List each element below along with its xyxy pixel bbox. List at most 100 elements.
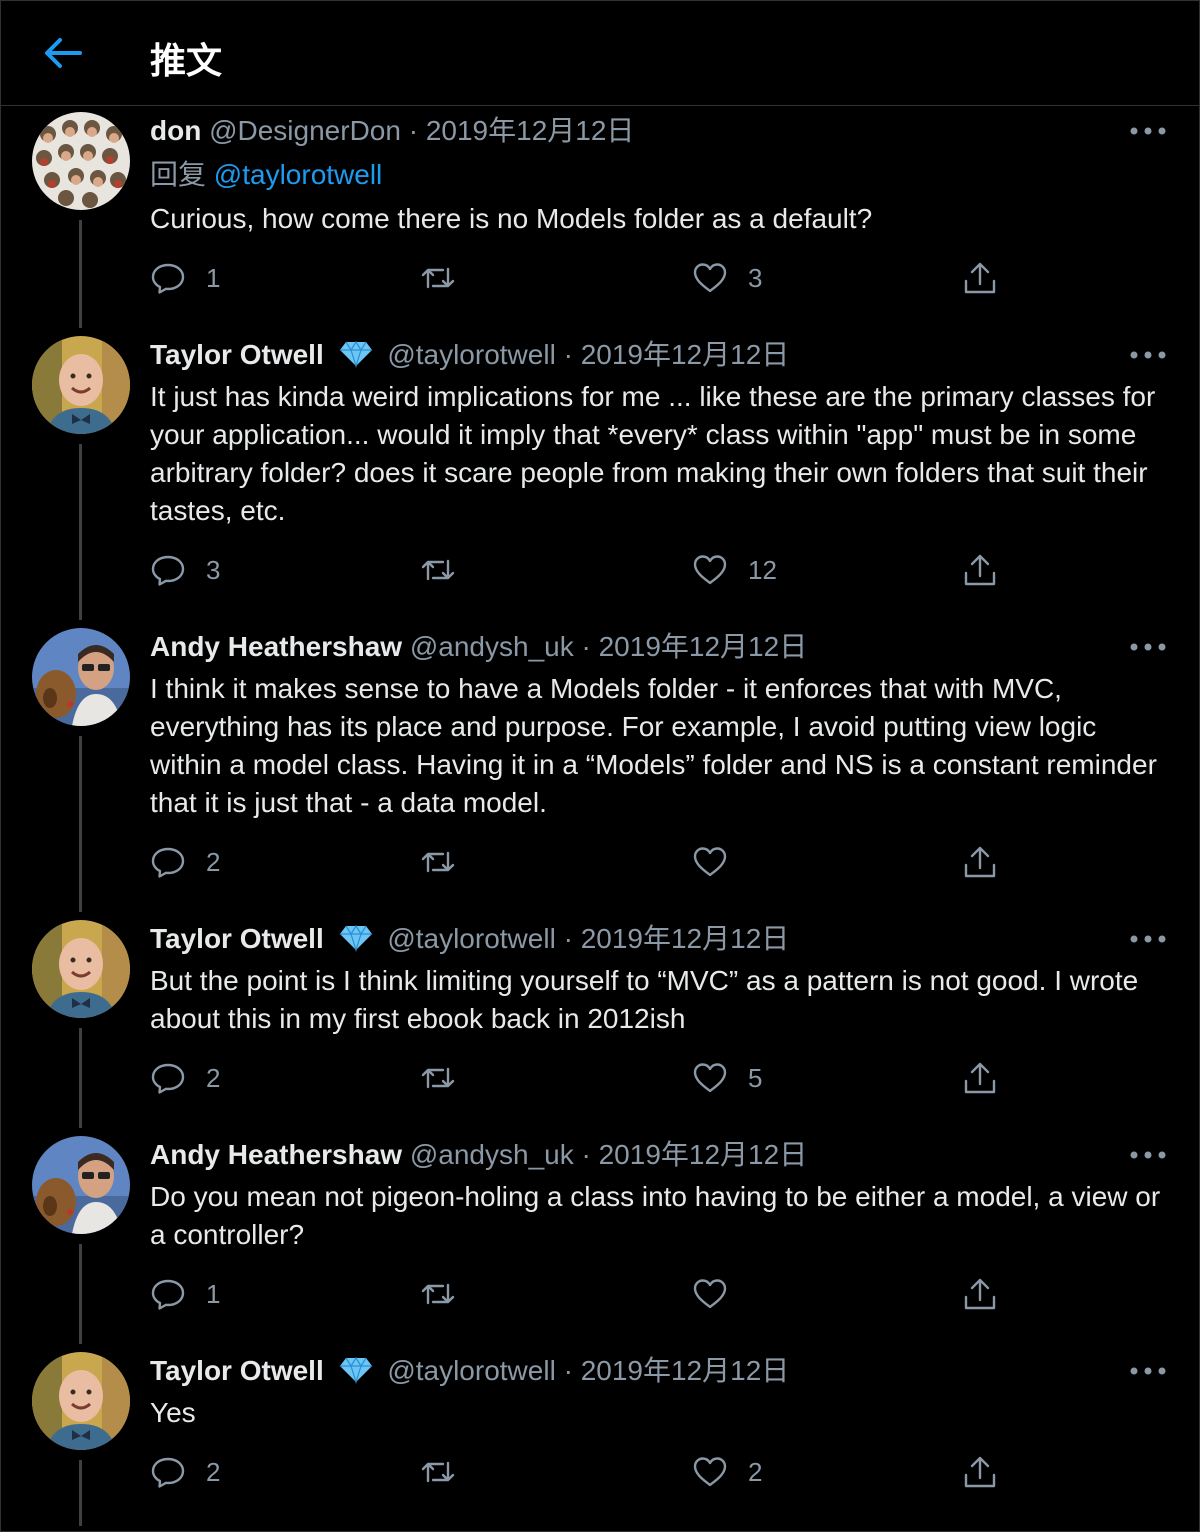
display-name[interactable]: Taylor Otwell	[150, 923, 324, 954]
retweet-icon	[421, 1461, 455, 1483]
retweet-button[interactable]	[420, 258, 476, 298]
retweet-button[interactable]	[420, 550, 476, 590]
heart-icon	[693, 1063, 727, 1093]
more-options-button[interactable]	[1128, 1148, 1168, 1162]
mention-link[interactable]: @taylorotwell	[214, 159, 382, 190]
tweet[interactable]: Andy Heathershaw @andysh_uk · 2019年12月12…	[0, 628, 1200, 920]
share-button[interactable]	[962, 550, 998, 590]
more-dots-icon	[1130, 643, 1166, 651]
reply-button[interactable]: 1	[150, 1274, 220, 1314]
tweet-actions: 1	[150, 1274, 1010, 1314]
tweet[interactable]: don @DesignerDon · 2019年12月12日 回复 @taylo…	[0, 112, 1200, 336]
reply-count: 3	[206, 554, 221, 585]
share-button[interactable]	[962, 1274, 998, 1314]
reply-count: 2	[206, 1062, 221, 1093]
thread-line	[79, 736, 82, 912]
like-button[interactable]: 2	[692, 1452, 762, 1492]
avatar[interactable]	[32, 920, 130, 1018]
share-button[interactable]	[962, 1452, 998, 1492]
retweet-button[interactable]	[420, 1058, 476, 1098]
retweet-button[interactable]	[420, 842, 476, 882]
tweet-actions: 2 5	[150, 1058, 1010, 1098]
retweet-button[interactable]	[420, 1274, 476, 1314]
display-name[interactable]: don	[150, 115, 201, 146]
display-name[interactable]: Taylor Otwell	[150, 1355, 324, 1386]
user-handle[interactable]: @taylorotwell	[387, 339, 555, 370]
tweet-date[interactable]: 2019年12月12日	[426, 115, 635, 146]
avatar-image	[32, 920, 130, 1018]
tweet-date[interactable]: 2019年12月12日	[581, 923, 790, 954]
more-options-button[interactable]	[1128, 640, 1168, 654]
more-options-button[interactable]	[1128, 932, 1168, 946]
reply-button[interactable]: 2	[150, 1058, 220, 1098]
avatar-image	[32, 112, 130, 210]
reply-icon	[151, 847, 185, 878]
reply-button[interactable]: 1	[150, 258, 220, 298]
share-icon	[964, 262, 996, 294]
user-handle[interactable]: @andysh_uk	[410, 631, 574, 662]
separator-dot: ·	[563, 1355, 573, 1386]
user-handle[interactable]: @DesignerDon	[209, 115, 401, 146]
share-button[interactable]	[962, 258, 998, 298]
like-button[interactable]	[692, 1274, 748, 1314]
tweet-actions: 1 3	[150, 258, 1010, 298]
tweet-meta: Andy Heathershaw @andysh_uk · 2019年12月12…	[150, 630, 807, 664]
tweet-date[interactable]: 2019年12月12日	[581, 339, 790, 370]
user-handle[interactable]: @taylorotwell	[387, 1355, 555, 1386]
tweet-meta: don @DesignerDon · 2019年12月12日	[150, 114, 634, 148]
reply-button[interactable]: 3	[150, 550, 220, 590]
tweet-date[interactable]: 2019年12月12日	[599, 631, 808, 662]
reply-count: 2	[206, 1456, 221, 1487]
avatar[interactable]	[32, 112, 130, 210]
heart-icon	[693, 263, 727, 293]
display-name[interactable]: Andy Heathershaw	[150, 1139, 402, 1170]
share-icon	[964, 846, 996, 878]
reply-count: 1	[206, 1278, 221, 1309]
separator-dot: ·	[581, 631, 591, 662]
like-button[interactable]	[692, 842, 748, 882]
retweet-icon	[421, 1283, 455, 1305]
like-button[interactable]: 3	[692, 258, 762, 298]
like-count: 3	[748, 262, 763, 293]
retweet-button[interactable]	[420, 1452, 476, 1492]
reply-label: 回复	[150, 159, 207, 190]
avatar[interactable]	[32, 1352, 130, 1450]
separator-dot: ·	[563, 339, 573, 370]
tweet-text: Curious, how come there is no Models fol…	[150, 203, 873, 234]
tweet-text: Do you mean not pigeon-holing a class in…	[150, 1181, 1161, 1250]
reply-button[interactable]: 2	[150, 842, 220, 882]
separator-dot: ·	[563, 923, 573, 954]
tweet[interactable]: Andy Heathershaw @andysh_uk · 2019年12月12…	[0, 1136, 1200, 1352]
more-options-button[interactable]	[1128, 348, 1168, 362]
tweet-date[interactable]: 2019年12月12日	[581, 1355, 790, 1386]
heart-icon	[693, 1457, 727, 1487]
top-bar: 推文	[0, 0, 1200, 106]
display-name[interactable]: Andy Heathershaw	[150, 631, 402, 662]
more-options-button[interactable]	[1128, 124, 1168, 138]
tweet[interactable]: Taylor Otwell @taylorotwell · 2019年12月12…	[0, 336, 1200, 628]
reply-count: 1	[206, 262, 221, 293]
like-button[interactable]: 12	[692, 550, 777, 590]
back-button[interactable]	[40, 32, 86, 74]
like-button[interactable]: 5	[692, 1058, 762, 1098]
reply-button[interactable]: 2	[150, 1452, 220, 1492]
tweet-actions: 2	[150, 842, 1010, 882]
user-handle[interactable]: @taylorotwell	[387, 923, 555, 954]
tweet[interactable]: Taylor Otwell @taylorotwell · 2019年12月12…	[0, 1352, 1200, 1530]
share-button[interactable]	[962, 842, 998, 882]
user-handle[interactable]: @andysh_uk	[410, 1139, 574, 1170]
avatar[interactable]	[32, 1136, 130, 1234]
more-options-button[interactable]	[1128, 1364, 1168, 1378]
avatar[interactable]	[32, 628, 130, 726]
avatar[interactable]	[32, 336, 130, 434]
diamond-icon	[339, 340, 372, 368]
share-icon	[964, 1062, 996, 1094]
display-name[interactable]: Taylor Otwell	[150, 339, 324, 370]
tweet-actions: 2 2	[150, 1452, 1010, 1492]
thread-line	[79, 444, 82, 620]
separator-dot: ·	[408, 115, 419, 146]
share-button[interactable]	[962, 1058, 998, 1098]
tweet-date[interactable]: 2019年12月12日	[599, 1139, 808, 1170]
tweet-meta: Taylor Otwell @taylorotwell · 2019年12月12…	[150, 338, 789, 372]
tweet[interactable]: Taylor Otwell @taylorotwell · 2019年12月12…	[0, 920, 1200, 1136]
